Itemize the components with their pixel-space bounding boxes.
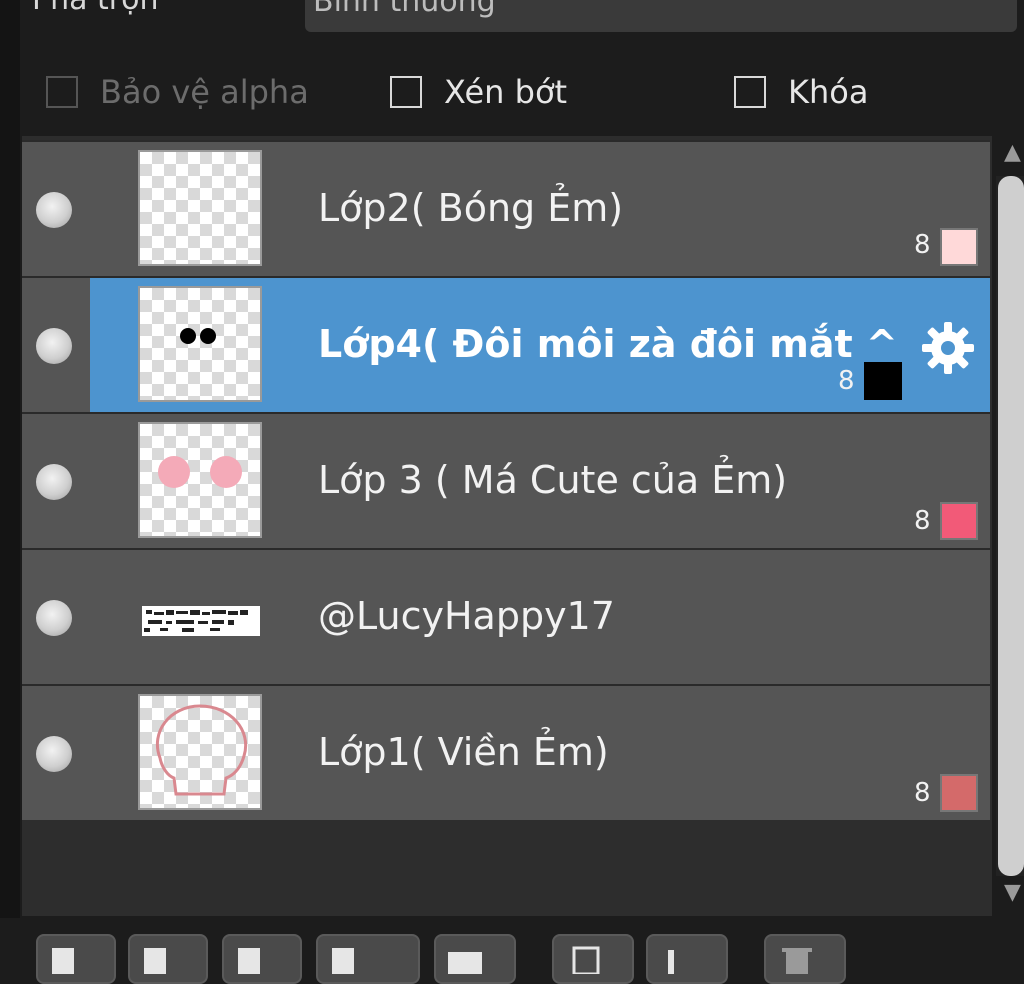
visibility-toggle[interactable] (36, 600, 72, 636)
layer-name: Lớp1( Viền Ẻm) (318, 730, 609, 774)
layer-color-swatch (940, 228, 978, 266)
visibility-toggle[interactable] (36, 736, 72, 772)
layer-color-swatch (940, 774, 978, 812)
gear-icon[interactable] (918, 318, 978, 378)
scroll-down-arrow-icon[interactable]: ▼ (1004, 880, 1021, 905)
blend-mode-select[interactable]: Bình thường (305, 0, 1017, 32)
scrollbar-thumb[interactable] (998, 176, 1024, 876)
layer-name: Lớp4( Đôi môi zà đôi mắt ^ (318, 322, 898, 366)
layer-row[interactable]: @LucyHappy17 (22, 548, 990, 684)
protect-alpha-label: Bảo vệ alpha (100, 73, 309, 111)
scroll-up-arrow-icon[interactable]: ▲ (1004, 140, 1021, 165)
visibility-toggle[interactable] (36, 328, 72, 364)
blend-mode-value: Bình thường (313, 0, 496, 19)
text-layer-icon (332, 948, 354, 974)
layer-thumbnail (140, 152, 260, 264)
new-layer-icon (52, 948, 74, 974)
eyes-thumbnail-art (180, 328, 216, 344)
layer-row[interactable]: Lớp1( Viền Ẻm) 8 (22, 684, 990, 820)
raster-layer-icon (144, 948, 166, 974)
lock-label: Khóa (788, 73, 869, 111)
layer-thumbnail (140, 424, 260, 536)
outline-thumbnail-art (155, 704, 248, 796)
layer-color-swatch (864, 362, 902, 400)
layer-row[interactable]: Lớp 3 ( Má Cute của Ẻm) 8 (22, 412, 990, 548)
visibility-toggle[interactable] (36, 192, 72, 228)
layer-badge-number: 8 (914, 230, 931, 260)
layer-badge-number: 8 (914, 506, 931, 536)
trash-icon (782, 948, 812, 974)
new-text-layer-button[interactable] (316, 934, 420, 984)
protect-alpha-option[interactable]: Bảo vệ alpha (46, 72, 309, 112)
folder-icon (448, 952, 482, 974)
new-layer-button[interactable] (36, 934, 116, 984)
clipping-option[interactable]: Xén bớt (390, 72, 567, 112)
layer-name: Lớp2( Bóng Ẻm) (318, 186, 624, 230)
new-raster-layer-button[interactable] (128, 934, 208, 984)
layer-badge-number: 8 (838, 366, 855, 396)
layer-thumbnail (140, 696, 260, 808)
merge-icon (668, 950, 674, 974)
panel-left-edge (0, 0, 20, 961)
duplicate-layer-button[interactable] (552, 934, 634, 984)
layer-list-scrollbar[interactable] (996, 176, 1024, 876)
duplicate-icon (572, 946, 600, 974)
delete-layer-button[interactable] (764, 934, 846, 984)
layer-row[interactable]: Lớp2( Bóng Ẻm) 8 (22, 140, 990, 276)
cheeks-thumbnail-art (158, 456, 242, 488)
layer-row-selected[interactable]: Lớp4( Đôi môi zà đôi mắt ^ 8 (22, 276, 990, 412)
layer-name: Lớp 3 ( Má Cute của Ẻm) (318, 458, 788, 502)
layer-toolbar (0, 918, 1024, 984)
lock-option[interactable]: Khóa (734, 72, 868, 112)
text-thumbnail-art (142, 606, 260, 636)
clipping-label: Xén bớt (444, 73, 568, 111)
layer-color-swatch (940, 502, 978, 540)
merge-down-button[interactable] (646, 934, 728, 984)
lock-checkbox[interactable] (734, 76, 766, 108)
vector-layer-icon (238, 948, 260, 974)
visibility-toggle[interactable] (36, 464, 72, 500)
layer-thumbnail (140, 288, 260, 400)
new-folder-button[interactable] (434, 934, 516, 984)
new-vector-layer-button[interactable] (222, 934, 302, 984)
layer-name: @LucyHappy17 (318, 594, 615, 638)
protect-alpha-checkbox[interactable] (46, 76, 78, 108)
text-layer-thumbnail (140, 560, 260, 672)
layer-list[interactable]: Lớp2( Bóng Ẻm) 8 Lớp4( Đôi môi zà đôi mắ… (22, 136, 992, 916)
clipping-checkbox[interactable] (390, 76, 422, 108)
blend-mode-label: Pha trộn (32, 0, 159, 17)
layer-badge-number: 8 (914, 778, 931, 808)
